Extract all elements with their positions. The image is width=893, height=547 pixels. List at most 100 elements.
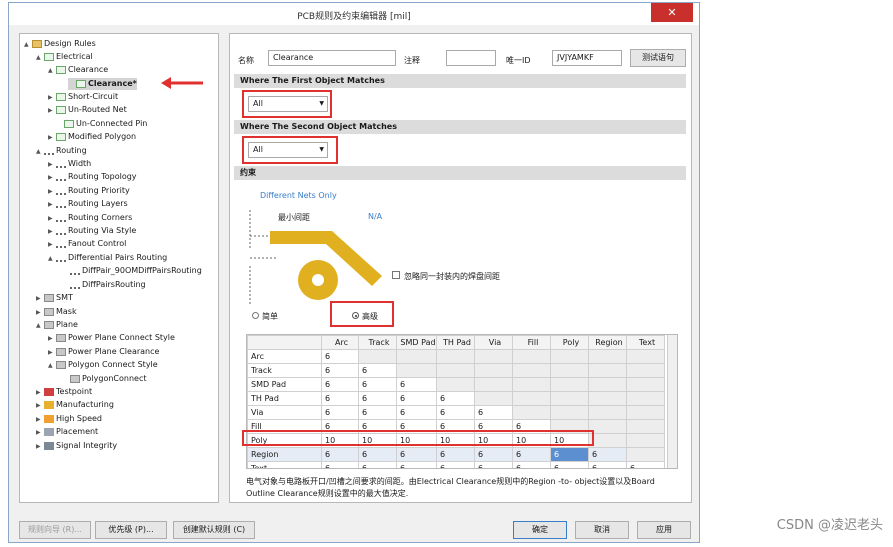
table-cell[interactable]: 6 (321, 377, 359, 392)
collapsed-arrow-icon[interactable]: ▶ (36, 414, 44, 426)
table-cell[interactable]: 6 (396, 447, 437, 462)
uid-input[interactable]: JVJYAMKF (552, 50, 622, 66)
table-cell[interactable]: 6 (321, 349, 359, 364)
rules-tree[interactable]: ▲ Design Rules ▲ Electrical ▲ Clearance Cleara… (19, 33, 219, 503)
table-cell[interactable]: 6 (588, 461, 627, 468)
tree-node-polygonconnect[interactable]: PolygonConnect (62, 373, 147, 385)
clearance-matrix[interactable]: Arc Track SMD Pad TH Pad Via Fill Poly Region Te… (246, 334, 678, 469)
test-query-button[interactable]: 测试语句 (630, 49, 686, 67)
collapsed-arrow-icon[interactable]: ▶ (36, 400, 44, 412)
tree-node-signal-integrity[interactable]: ▶ Signal Integrity (36, 440, 117, 452)
tree-node-power-plane-connect-style[interactable]: ▶ Power Plane Connect Style (48, 332, 175, 344)
table-cell[interactable]: 6 (396, 391, 437, 406)
matrix-scrollbar[interactable] (667, 335, 677, 468)
simple-radio[interactable] (252, 312, 259, 319)
collapsed-arrow-icon[interactable]: ▶ (48, 159, 56, 171)
collapsed-arrow-icon[interactable]: ▶ (48, 172, 56, 184)
tree-node-routing-corners[interactable]: ▶ Routing Corners (48, 212, 132, 224)
table-cell[interactable]: 6 (512, 447, 551, 462)
table-cell[interactable]: 6 (512, 461, 551, 468)
table-cell[interactable]: 6 (321, 391, 359, 406)
collapsed-arrow-icon[interactable]: ▶ (36, 387, 44, 399)
table-cell[interactable]: 6 (626, 461, 665, 468)
collapsed-arrow-icon[interactable]: ▶ (48, 132, 56, 144)
collapsed-arrow-icon[interactable]: ▶ (48, 333, 56, 345)
table-cell[interactable]: 6 (588, 447, 627, 462)
expanded-arrow-icon[interactable]: ▲ (48, 253, 56, 265)
expanded-arrow-icon[interactable]: ▲ (24, 39, 32, 51)
expanded-arrow-icon[interactable]: ▲ (36, 320, 44, 332)
nets-scope-link[interactable]: Different Nets Only (260, 191, 337, 200)
collapsed-arrow-icon[interactable]: ▶ (48, 199, 56, 211)
apply-button[interactable]: 应用 (637, 521, 691, 539)
table-cell[interactable]: 6 (396, 461, 437, 468)
collapsed-arrow-icon[interactable]: ▶ (36, 307, 44, 319)
table-cell[interactable]: 6 (321, 447, 359, 462)
table-cell[interactable]: 6 (436, 391, 475, 406)
table-cell[interactable]: 6 (358, 461, 397, 468)
collapsed-arrow-icon[interactable]: ▶ (36, 293, 44, 305)
table-cell[interactable]: 6 (396, 377, 437, 392)
tree-node-diffpairsrouting[interactable]: DiffPairsRouting (62, 279, 146, 291)
table-cell[interactable]: 6 (436, 405, 475, 420)
expanded-arrow-icon[interactable]: ▲ (36, 146, 44, 158)
tree-node-routing[interactable]: ▲ Routing (36, 145, 87, 157)
collapsed-arrow-icon[interactable]: ▶ (48, 186, 56, 198)
collapsed-arrow-icon[interactable]: ▶ (36, 441, 44, 453)
tree-node-electrical[interactable]: ▲ Electrical (36, 51, 93, 63)
tree-node-mask[interactable]: ▶ Mask (36, 306, 77, 318)
table-cell[interactable]: 6 (436, 461, 475, 468)
collapsed-arrow-icon[interactable]: ▶ (48, 239, 56, 251)
tree-node-differential-pairs-routing[interactable]: ▲ Differential Pairs Routing (48, 252, 167, 264)
tree-node-fanout-control[interactable]: ▶ Fanout Control (48, 238, 126, 250)
comment-input[interactable] (446, 50, 496, 66)
table-cell[interactable]: 6 (358, 405, 397, 420)
table-cell[interactable]: 6 (321, 405, 359, 420)
tree-node-smt[interactable]: ▶ SMT (36, 292, 73, 304)
cancel-button[interactable]: 取消 (575, 521, 629, 539)
table-cell[interactable]: 6 (358, 377, 397, 392)
collapsed-arrow-icon[interactable]: ▶ (48, 92, 56, 104)
tree-node-diffpair-90omdiffpairsrouting[interactable]: DiffPair_90OMDiffPairsRouting (62, 265, 202, 277)
table-cell[interactable]: 6 (358, 363, 397, 378)
tree-node-placement[interactable]: ▶ Placement (36, 426, 98, 438)
tree-node-polygon-connect-style[interactable]: ▲ Polygon Connect Style (48, 359, 158, 371)
rule-wizard-button[interactable]: 规则向导 (R)... (19, 521, 91, 539)
name-input[interactable]: Clearance (268, 50, 396, 66)
table-cell[interactable]: 6 (474, 405, 513, 420)
tree-node-high-speed[interactable]: ▶ High Speed (36, 413, 102, 425)
collapsed-arrow-icon[interactable]: ▶ (48, 213, 56, 225)
table-cell[interactable]: 6 (396, 405, 437, 420)
table-cell[interactable]: 6 (550, 447, 589, 462)
tree-node-power-plane-clearance[interactable]: ▶ Power Plane Clearance (48, 346, 159, 358)
table-cell[interactable]: 6 (321, 363, 359, 378)
table-cell[interactable]: 6 (358, 447, 397, 462)
tree-node-short-circuit[interactable]: ▶ Short-Circuit (48, 91, 118, 103)
table-cell[interactable]: 6 (550, 461, 589, 468)
expanded-arrow-icon[interactable]: ▲ (48, 65, 56, 77)
tree-node-routing-topology[interactable]: ▶ Routing Topology (48, 171, 137, 183)
ignore-pad-checkbox[interactable] (392, 271, 400, 279)
table-cell[interactable]: 6 (321, 461, 359, 468)
collapsed-arrow-icon[interactable]: ▶ (48, 347, 56, 359)
tree-node-un-connected-pin[interactable]: Un-Connected Pin (56, 118, 147, 130)
tree-node-un-routed-net[interactable]: ▶ Un-Routed Net (48, 104, 127, 116)
tree-node-clearance[interactable]: Clearance* (68, 78, 137, 90)
create-default-rules-button[interactable]: 创建默认规则 (C) (173, 521, 255, 539)
priority-button[interactable]: 优先级 (P)... (95, 521, 167, 539)
table-cell[interactable]: 6 (474, 461, 513, 468)
tree-node-clearance[interactable]: ▲ Clearance (48, 64, 108, 76)
table-cell[interactable]: 6 (358, 391, 397, 406)
tree-node-testpoint[interactable]: ▶ Testpoint (36, 386, 92, 398)
expanded-arrow-icon[interactable]: ▲ (36, 52, 44, 64)
collapsed-arrow-icon[interactable]: ▶ (48, 226, 56, 238)
ok-button[interactable]: 确定 (513, 521, 567, 539)
tree-node-modified-polygon[interactable]: ▶ Modified Polygon (48, 131, 136, 143)
tree-node-design-rules[interactable]: ▲ Design Rules (24, 38, 96, 50)
collapsed-arrow-icon[interactable]: ▶ (36, 427, 44, 439)
tree-node-manufacturing[interactable]: ▶ Manufacturing (36, 399, 114, 411)
tree-node-routing-via-style[interactable]: ▶ Routing Via Style (48, 225, 136, 237)
close-button[interactable]: ✕ (651, 3, 693, 22)
tree-node-width[interactable]: ▶ Width (48, 158, 91, 170)
tree-node-routing-layers[interactable]: ▶ Routing Layers (48, 198, 128, 210)
